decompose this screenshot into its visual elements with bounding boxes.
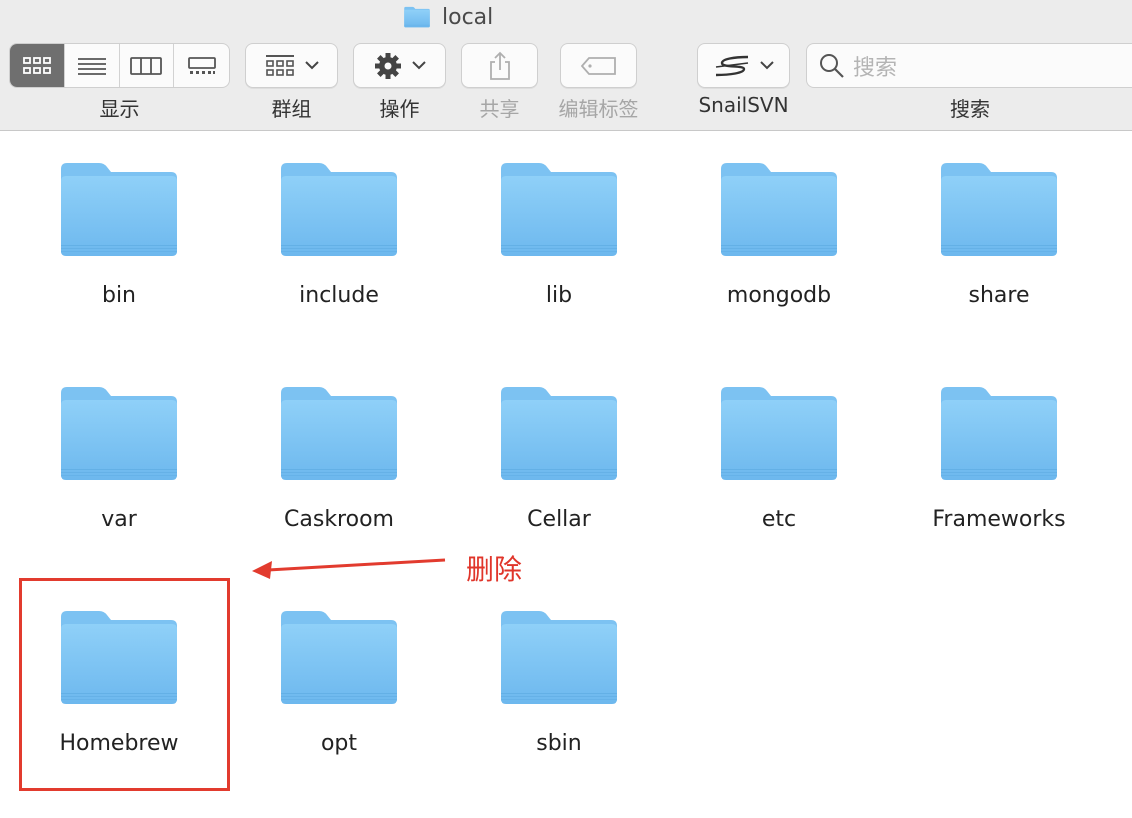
gallery-icon <box>187 56 216 74</box>
grid-icon <box>22 56 51 74</box>
snailsvn-icon <box>715 55 748 76</box>
folder-icon <box>59 159 179 259</box>
folder-icon <box>279 159 399 259</box>
folder-item[interactable]: share <box>899 131 1099 311</box>
folder-item[interactable]: Caskroom <box>239 355 439 535</box>
gear-icon <box>374 52 401 79</box>
folder-name: share <box>968 283 1030 308</box>
folder-icon <box>59 383 179 483</box>
folder-icon <box>719 383 839 483</box>
search-icon <box>820 53 844 78</box>
folder-icon <box>499 383 619 483</box>
folder-icon <box>719 159 839 259</box>
folder-name: Frameworks <box>932 507 1066 532</box>
highlight-box <box>19 578 230 791</box>
folder-item[interactable]: mongodb <box>679 131 879 311</box>
folder-item[interactable]: var <box>19 355 219 535</box>
annotation-arrow-icon <box>252 558 446 579</box>
group-label: 群组 <box>271 97 312 121</box>
view-label: 显示 <box>99 97 140 121</box>
folder-item[interactable]: lib <box>459 131 659 311</box>
action-label: 操作 <box>379 97 420 121</box>
folder-name: sbin <box>536 731 582 756</box>
share-button[interactable] <box>461 43 538 88</box>
folder-icon <box>279 383 399 483</box>
folder-item[interactable]: sbin <box>459 579 659 759</box>
folder-name: bin <box>101 283 137 308</box>
folder-name: include <box>299 283 379 308</box>
chevron-down-icon <box>411 61 426 70</box>
folder-icon <box>499 159 619 259</box>
edit-tags-button[interactable] <box>560 43 637 88</box>
folder-name: Cellar <box>527 507 591 532</box>
folder-name: mongodb <box>726 283 832 308</box>
folder-item[interactable]: etc <box>679 355 879 535</box>
list-view-button[interactable] <box>65 44 120 87</box>
icon-view-button[interactable] <box>10 44 65 87</box>
search-field[interactable]: 搜索 <box>806 43 1132 88</box>
folder-icon <box>939 159 1059 259</box>
annotation-label: 删除 <box>466 553 523 586</box>
chevron-down-icon <box>759 61 774 70</box>
folder-name: var <box>101 507 137 532</box>
folder-icon <box>279 607 399 707</box>
column-view-button[interactable] <box>120 44 175 87</box>
share-icon <box>489 51 510 80</box>
tag-icon <box>580 56 616 75</box>
search-label: 搜索 <box>950 97 990 121</box>
snailsvn-button[interactable] <box>697 43 790 88</box>
folder-item[interactable]: include <box>239 131 439 311</box>
group-button[interactable] <box>245 43 338 88</box>
search-placeholder: 搜索 <box>853 55 898 81</box>
folder-item[interactable]: Cellar <box>459 355 659 535</box>
view-mode-control <box>9 43 230 88</box>
folder-name: opt <box>320 731 358 756</box>
window-title-text: local <box>442 4 494 30</box>
columns-icon <box>130 56 163 75</box>
gallery-view-button[interactable] <box>174 44 229 87</box>
window-title: local <box>402 2 493 32</box>
action-button[interactable] <box>353 43 446 88</box>
folder-item[interactable]: bin <box>19 131 219 311</box>
share-label: 共享 <box>479 97 520 121</box>
chevron-down-icon <box>304 61 319 70</box>
snailsvn-label: SnailSVN <box>698 93 789 117</box>
folder-name: Caskroom <box>284 507 394 532</box>
list-icon <box>77 57 106 75</box>
folder-icon <box>402 6 432 28</box>
folder-item[interactable]: opt <box>239 579 439 759</box>
group-icon <box>265 54 294 76</box>
folder-name: lib <box>545 283 573 308</box>
folder-icon <box>939 383 1059 483</box>
folder-name: etc <box>761 507 797 532</box>
folder-icon <box>499 607 619 707</box>
finder-toolbar: local 显示 群组 操作 共享 编辑标签 SnailSVN 搜索 搜索 <box>0 0 1132 131</box>
folder-item[interactable]: Frameworks <box>899 355 1099 535</box>
edit-tags-label: 编辑标签 <box>558 97 639 121</box>
